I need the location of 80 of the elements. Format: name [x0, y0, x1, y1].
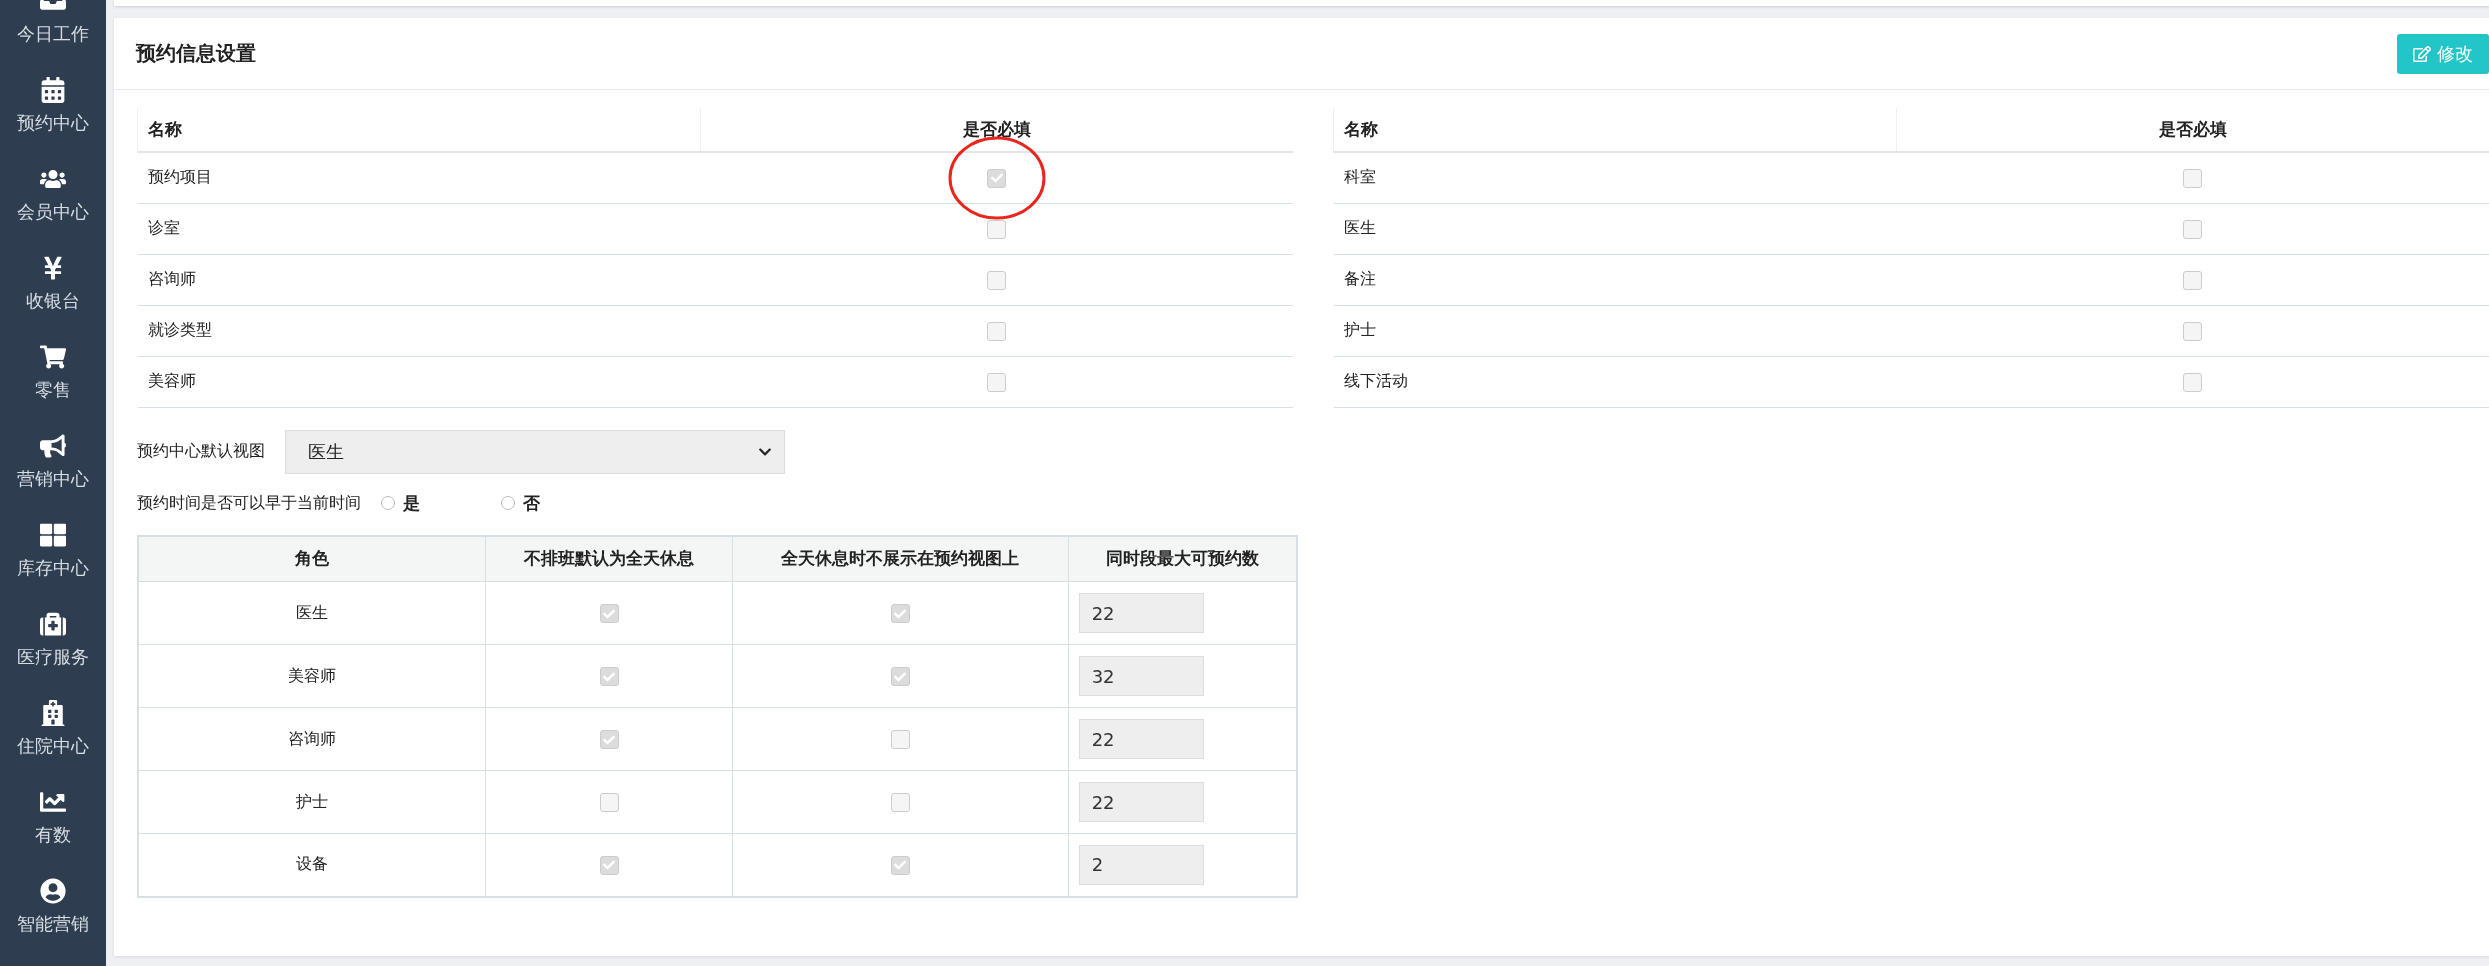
sidebar-item[interactable]: 库存中心: [0, 506, 106, 595]
checkbox[interactable]: [2183, 372, 2203, 392]
table-cell: 就诊类型: [137, 305, 701, 356]
field-label: 预约时间是否可以早于当前时间: [137, 492, 361, 514]
column-header: 名称: [137, 108, 701, 152]
sidebar-item[interactable]: 今日工作: [0, 0, 106, 61]
cart-icon: [40, 343, 66, 370]
calendar-icon: [40, 76, 66, 103]
number-field[interactable]: 22: [1078, 719, 1204, 759]
checkbox[interactable]: [2183, 270, 2203, 290]
check-icon: [603, 733, 616, 746]
number-field[interactable]: 22: [1078, 593, 1204, 633]
sidebar-item[interactable]: 会员中心: [0, 150, 106, 239]
checkbox[interactable]: [987, 321, 1007, 341]
table-cell: 美容师: [287, 665, 336, 685]
checkbox[interactable]: [891, 730, 910, 749]
column-header: 名称: [1333, 108, 1897, 152]
check-icon: [894, 859, 907, 872]
table-cell: 医生: [1333, 203, 1897, 254]
table-cell: 预约项目: [137, 152, 701, 203]
column-header: 角色: [138, 535, 486, 582]
sidebar-item[interactable]: 预约中心: [0, 61, 106, 150]
table-cell: 备注: [1333, 254, 1897, 305]
radio-option[interactable]: 否: [501, 491, 601, 515]
field-label: 预约中心默认视图: [137, 441, 265, 462]
checkbox[interactable]: [2183, 321, 2203, 341]
number-field[interactable]: 32: [1078, 656, 1204, 696]
radio-option[interactable]: 是: [381, 491, 481, 515]
sidebar-item[interactable]: 零售: [0, 328, 106, 417]
table-cell: 设备: [295, 854, 328, 874]
table-cell: 线下活动: [1333, 356, 1897, 407]
column-header: 全天休息时不展示在预约视图上: [732, 535, 1069, 582]
column-header: 同时段最大可预约数: [1068, 535, 1297, 582]
check-icon: [603, 859, 616, 872]
sidebar-item[interactable]: 住院中心: [0, 684, 106, 773]
number-field[interactable]: 2: [1078, 844, 1204, 885]
check-icon: [894, 670, 907, 683]
table-cell: 护士: [1333, 305, 1897, 356]
number-field[interactable]: 22: [1078, 782, 1204, 822]
table-cell: 咨询师: [287, 728, 336, 748]
checkbox[interactable]: [599, 604, 619, 623]
checkbox[interactable]: [599, 855, 619, 875]
table-cell: 美容师: [137, 356, 701, 407]
check-icon: [603, 670, 616, 683]
grid-icon: [40, 521, 66, 548]
column-header: 是否必填: [1896, 108, 2489, 152]
sidebar-item[interactable]: 智能营销: [0, 862, 106, 951]
table-cell: 医生: [295, 602, 328, 622]
column-header: 不排班默认为全天休息: [485, 535, 733, 582]
card-title: 预约信息设置: [136, 40, 256, 67]
checkbox[interactable]: [2183, 219, 2203, 239]
checkbox[interactable]: [987, 219, 1007, 239]
checkbox[interactable]: [2183, 168, 2203, 188]
sidebar-item[interactable]: 医疗服务: [0, 595, 106, 684]
table-cell: 咨询师: [137, 254, 701, 305]
checkbox[interactable]: [987, 270, 1007, 290]
sidebar-item[interactable]: 收银台: [0, 239, 106, 328]
view-select[interactable]: 医生: [285, 429, 785, 474]
sidebar-item[interactable]: 有数: [0, 773, 106, 862]
checkbox[interactable]: [987, 168, 1007, 188]
sidebar-item[interactable]: 营销中心: [0, 417, 106, 506]
table-cell: 诊室: [137, 203, 701, 254]
checkbox[interactable]: [891, 855, 910, 875]
megaphone-icon: [40, 432, 66, 459]
check-icon: [603, 607, 616, 620]
checkbox[interactable]: [987, 372, 1007, 392]
check-icon: [894, 607, 907, 620]
checkbox[interactable]: [599, 667, 619, 686]
check-icon: [990, 172, 1003, 185]
checkbox[interactable]: [891, 667, 910, 686]
checkbox[interactable]: [891, 604, 910, 623]
column-header: 是否必填: [700, 108, 1293, 152]
building-icon: [40, 699, 66, 726]
edit-icon: [2413, 44, 2431, 63]
checkbox[interactable]: [891, 793, 910, 812]
table-cell: 科室: [1333, 152, 1897, 203]
medical-kit-icon: [40, 610, 66, 637]
table-cell: 护士: [295, 791, 328, 811]
checkbox[interactable]: [599, 793, 619, 812]
checkbox[interactable]: [599, 730, 619, 749]
